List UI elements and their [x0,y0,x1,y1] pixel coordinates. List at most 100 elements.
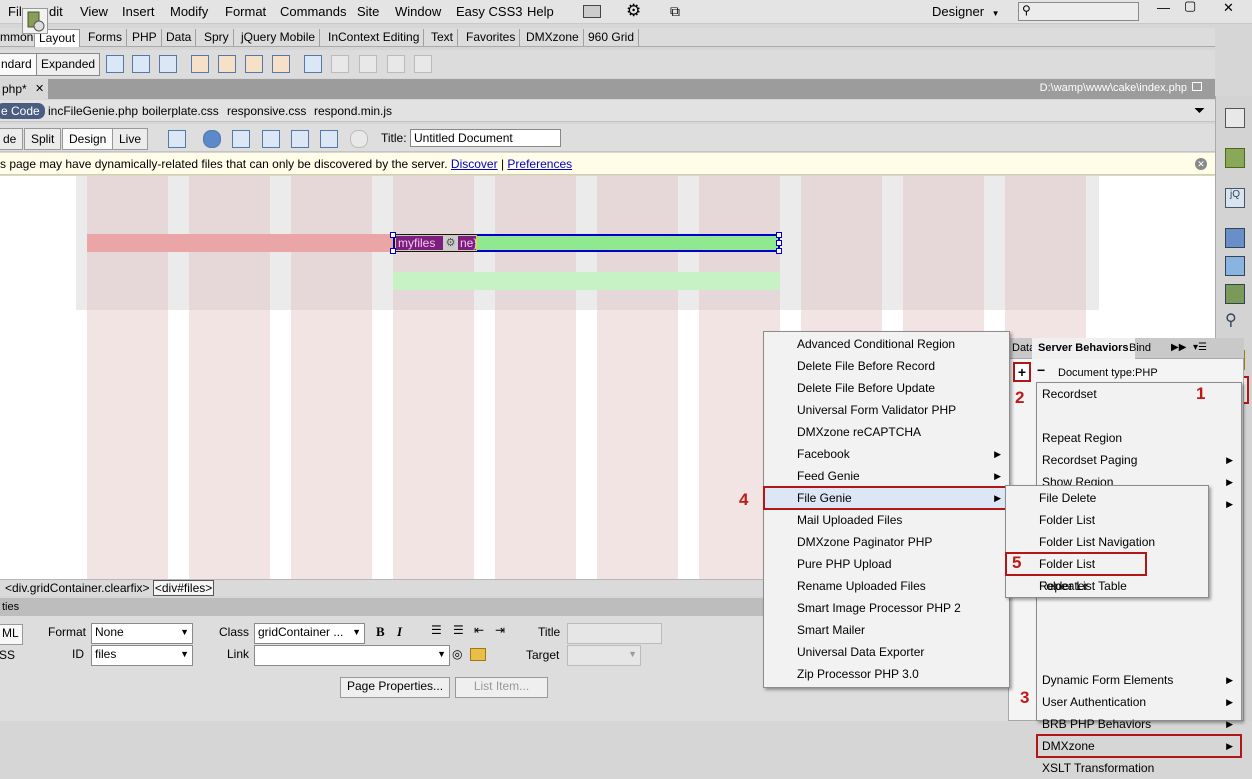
design-view-button[interactable]: Design [62,128,114,150]
menu-item[interactable]: Zip Processor PHP 3.0 [764,663,1009,685]
link-input[interactable]: ▼ [254,645,450,666]
related-file-source-code[interactable]: e Code [0,103,45,119]
menu-item[interactable]: Recordset Paging ▶ [1037,449,1241,471]
tag-parent[interactable]: <div.gridContainer.clearfix> [5,581,150,595]
file-management-icon[interactable] [232,130,250,148]
page-properties-button[interactable]: Page Properties... [340,677,451,698]
menu-item[interactable]: Universal Data Exporter [764,641,1009,663]
related-file-incfilegenie[interactable]: incFileGenie.php [48,104,138,118]
workspace-switcher[interactable]: Designer ▼ [932,4,1000,19]
css-mode-button[interactable]: SS [0,648,15,662]
menu-item[interactable]: Recordset [1037,383,1241,405]
tab-server-behaviors[interactable]: Server Behaviors [1032,338,1135,359]
handle[interactable] [390,232,396,238]
folder-icon[interactable] [470,648,486,661]
menu-item[interactable]: Delete File Before Record [764,355,1009,377]
menu-item[interactable]: XSLT Transformation [1037,757,1241,779]
restore-document-icon[interactable] [1192,82,1202,91]
tab-forms[interactable]: Forms [84,29,127,46]
menu-item[interactable]: Rename Uploaded Files [764,575,1009,597]
menu-item[interactable]: Folder List Navigation [1006,531,1208,553]
live-view-button[interactable]: Live [112,128,149,150]
tag-current[interactable]: <div#files> [152,580,215,596]
menu-view[interactable]: View [80,4,108,19]
iframe-icon[interactable] [304,55,322,73]
preferences-link[interactable]: Preferences [507,157,572,171]
div-icon[interactable] [132,55,150,73]
menu-item[interactable]: File Genie ▶ [763,486,1010,510]
spry-menubar-icon[interactable] [191,55,209,73]
id-select[interactable]: files ▼ [91,645,193,666]
menu-site[interactable]: Site [357,4,379,19]
related-file-responsive[interactable]: responsive.css [227,104,306,118]
tab-data[interactable]: Data [162,29,197,46]
insert-panel-icon[interactable] [1225,108,1245,128]
menu-file[interactable]: Fil [8,4,22,19]
table-icon[interactable] [106,55,124,73]
assets-icon[interactable] [1225,256,1245,276]
menu-item[interactable]: Delete File Before Update [764,377,1009,399]
add-behavior-button[interactable]: + [1013,362,1031,382]
maximize-icon[interactable]: ▢ [1184,0,1196,14]
document-tab[interactable]: php* ✕ [0,79,48,99]
menu-item[interactable]: User Authentication ▶ [1037,691,1241,713]
tab-php[interactable]: PHP [128,29,162,46]
tab-text[interactable]: Text [427,29,459,46]
menu-item[interactable] [1037,625,1241,647]
menu-item[interactable]: Folder List Table [1006,575,1208,597]
unordered-list-icon[interactable]: ☰ [431,623,442,637]
search-panel-icon[interactable]: ⚲ [1225,312,1243,330]
remove-behavior-button[interactable]: − [1037,362,1045,378]
ap-div-icon[interactable] [159,55,177,73]
menu-format[interactable]: Format [225,4,266,19]
menu-item[interactable]: BRB PHP Behaviors ▶ [1037,713,1241,735]
preview-browser-icon[interactable] [203,130,221,148]
handle[interactable] [390,248,396,254]
close-infobar-icon[interactable]: ✕ [1195,158,1207,170]
discover-link[interactable]: Discover [451,157,498,171]
files-icon[interactable] [1225,228,1245,248]
menu-window[interactable]: Window [395,4,441,19]
file-genie-element[interactable]: myfiles ⚙ ne} [395,235,477,251]
menu-commands[interactable]: Commands [280,4,346,19]
html-mode-button[interactable]: ML [0,624,23,645]
related-file-boilerplate[interactable]: boilerplate.css [142,104,219,118]
spry-collapsible-icon[interactable] [272,55,290,73]
tab-bindings[interactable]: Bind [1129,342,1151,354]
standard-mode-button[interactable]: ndard [0,53,37,76]
close-tab-icon[interactable]: ✕ [35,79,44,99]
css-styles-icon[interactable] [1225,148,1245,168]
tab-spry[interactable]: Spry [200,29,234,46]
menu-item[interactable]: Universal Form Validator PHP [764,399,1009,421]
gear-icon[interactable]: ⚙ [626,1,641,21]
close-window-icon[interactable]: ✕ [1223,0,1234,16]
menu-item[interactable] [1037,405,1241,427]
menu-help[interactable]: Help [527,4,554,19]
menu-item[interactable]: File Delete [1006,487,1208,509]
ordered-list-icon[interactable]: ☰ [453,623,464,637]
point-to-file-icon[interactable]: ◎ [452,647,462,661]
menu-item[interactable]: Folder List Repeater [1005,552,1147,593]
menu-item[interactable] [1037,603,1241,625]
menu-item[interactable]: DMXzone Paginator PHP [764,531,1009,553]
menu-item[interactable]: Folder List [1006,509,1208,531]
menu-item[interactable]: Pure PHP Upload [764,553,1009,575]
menu-item[interactable]: DMXzone ▶ [1036,734,1242,758]
minimize-icon[interactable]: — [1157,0,1170,15]
menu-item[interactable]: Feed Genie ▶ [764,465,1009,487]
expand-panel-icon[interactable]: ▶▶ [1171,342,1186,353]
menu-easy-css3[interactable]: Easy CSS3 [456,4,522,19]
italic-button[interactable]: I [397,624,402,640]
format-select[interactable]: None ▼ [91,623,193,644]
code-view-button[interactable]: de [0,128,24,150]
jquery-icon[interactable]: jQ [1225,188,1245,208]
related-file-respond[interactable]: respond.min.js [314,104,392,118]
menu-item[interactable]: Smart Image Processor PHP 2 [764,597,1009,619]
tab-incontext-editing[interactable]: InContext Editing [324,29,425,46]
spry-tabbed-icon[interactable] [218,55,236,73]
visual-aids-icon[interactable] [320,130,338,148]
menu-insert[interactable]: Insert [122,4,155,19]
split-view-button[interactable]: Split [24,128,62,150]
tab-dmxzone[interactable]: DMXzone [522,29,584,46]
handle[interactable] [776,240,782,246]
